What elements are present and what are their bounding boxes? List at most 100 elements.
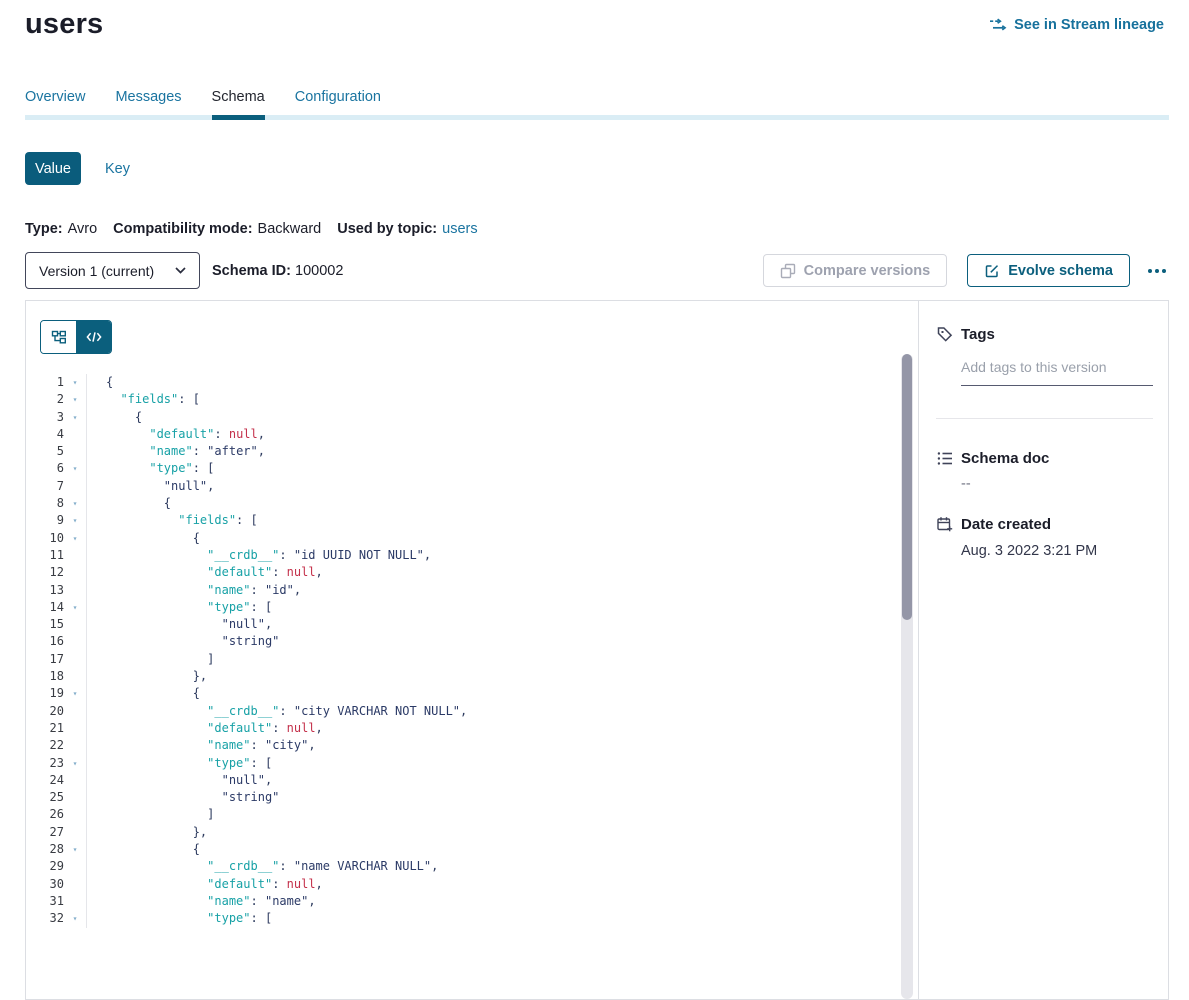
fold-gutter: [64, 876, 87, 893]
schema-doc-title: Schema doc: [961, 450, 1049, 467]
version-bar: Version 1 (current) Schema ID: 100002 Co…: [25, 252, 1170, 289]
fold-arrow-icon[interactable]: ▾: [64, 685, 87, 702]
fold-arrow-icon[interactable]: ▾: [64, 391, 87, 408]
compare-versions-label: Compare versions: [804, 263, 931, 279]
code-line-12: 12 "default": null,: [26, 564, 918, 581]
fold-gutter: [64, 564, 87, 581]
add-tags-input[interactable]: [961, 359, 1153, 386]
line-number: 20: [26, 703, 64, 720]
schema-doc-section-header: Schema doc: [936, 450, 1153, 467]
page-header: users See in Stream lineage: [25, 8, 1164, 41]
topic-tabs: Overview Messages Schema Configuration: [25, 89, 1169, 120]
fold-arrow-icon[interactable]: ▾: [64, 374, 87, 391]
code-line-29: 29 "__crdb__": "name VARCHAR NULL",: [26, 858, 918, 875]
line-number: 7: [26, 478, 64, 495]
code-line-13: 13 "name": "id",: [26, 582, 918, 599]
fold-arrow-icon[interactable]: ▾: [64, 512, 87, 529]
compare-versions-button[interactable]: Compare versions: [763, 254, 948, 287]
line-number: 2: [26, 391, 64, 408]
evolve-schema-button[interactable]: Evolve schema: [967, 254, 1130, 287]
code-line-20: 20 "__crdb__": "city VARCHAR NOT NULL",: [26, 703, 918, 720]
fold-arrow-icon[interactable]: ▾: [64, 755, 87, 772]
schema-id-value: 100002: [295, 263, 343, 279]
fold-gutter: [64, 582, 87, 599]
schema-id: Schema ID: 100002: [212, 263, 343, 279]
code-line-4: 4 "default": null,: [26, 426, 918, 443]
stream-lineage-icon: [989, 16, 1007, 33]
code-line-28: 28▾ {: [26, 841, 918, 858]
fold-arrow-icon[interactable]: ▾: [64, 841, 87, 858]
schema-type: Type: Avro: [25, 221, 97, 237]
tree-view-icon: [51, 329, 67, 345]
compatibility-mode: Compatibility mode: Backward: [113, 221, 321, 237]
code-line-21: 21 "default": null,: [26, 720, 918, 737]
code-line-15: 15 "null",: [26, 616, 918, 633]
line-number: 14: [26, 599, 64, 616]
line-number: 19: [26, 685, 64, 702]
line-number: 3: [26, 409, 64, 426]
tab-messages[interactable]: Messages: [115, 89, 181, 115]
line-number: 16: [26, 633, 64, 650]
more-options-button[interactable]: [1144, 263, 1170, 279]
type-label: Type:: [25, 221, 63, 237]
code-line-1: 1▾{: [26, 374, 918, 391]
fold-gutter: [64, 668, 87, 685]
edit-pencil-icon: [984, 263, 1000, 279]
line-number: 5: [26, 443, 64, 460]
code-line-6: 6▾ "type": [: [26, 460, 918, 477]
tab-configuration[interactable]: Configuration: [295, 89, 381, 115]
chevron-down-icon: [175, 267, 186, 274]
fold-arrow-icon[interactable]: ▾: [64, 530, 87, 547]
code-line-16: 16 "string": [26, 633, 918, 650]
version-select-value: Version 1 (current): [39, 263, 154, 279]
fold-gutter: [64, 858, 87, 875]
line-number: 24: [26, 772, 64, 789]
tag-icon: [936, 326, 954, 343]
code-line-9: 9▾ "fields": [: [26, 512, 918, 529]
line-number: 25: [26, 789, 64, 806]
code-line-3: 3▾ {: [26, 409, 918, 426]
key-tab-button[interactable]: Key: [105, 161, 130, 177]
line-number: 13: [26, 582, 64, 599]
line-number: 29: [26, 858, 64, 875]
version-select[interactable]: Version 1 (current): [25, 252, 200, 289]
line-number: 15: [26, 616, 64, 633]
editor-scrollbar-thumb[interactable]: [902, 354, 912, 620]
fold-gutter: [64, 616, 87, 633]
tab-overview[interactable]: Overview: [25, 89, 85, 115]
fold-arrow-icon[interactable]: ▾: [64, 409, 87, 426]
line-number: 18: [26, 668, 64, 685]
fold-arrow-icon[interactable]: ▾: [64, 910, 87, 927]
line-number: 4: [26, 426, 64, 443]
line-number: 9: [26, 512, 64, 529]
fold-gutter: [64, 824, 87, 841]
code-line-23: 23▾ "type": [: [26, 755, 918, 772]
used-by-topic-label: Used by topic:: [337, 221, 437, 237]
line-number: 11: [26, 547, 64, 564]
code-line-2: 2▾ "fields": [: [26, 391, 918, 408]
schema-meta-row: Type: Avro Compatibility mode: Backward …: [25, 221, 478, 237]
fold-arrow-icon[interactable]: ▾: [64, 495, 87, 512]
code-view-button[interactable]: [76, 321, 111, 353]
tree-view-button[interactable]: [41, 321, 76, 353]
fold-arrow-icon[interactable]: ▾: [64, 460, 87, 477]
editor-scrollbar[interactable]: [901, 354, 913, 999]
code-line-7: 7 "null",: [26, 478, 918, 495]
fold-gutter: [64, 789, 87, 806]
date-created-value: Aug. 3 2022 3:21 PM: [961, 543, 1153, 559]
code-line-26: 26 ]: [26, 806, 918, 823]
calendar-add-icon: [936, 516, 954, 533]
code-line-19: 19▾ {: [26, 685, 918, 702]
stream-lineage-link[interactable]: See in Stream lineage: [989, 16, 1164, 33]
list-icon: [936, 450, 954, 467]
code-line-14: 14▾ "type": [: [26, 599, 918, 616]
line-number: 8: [26, 495, 64, 512]
value-tab-button[interactable]: Value: [25, 152, 81, 185]
topic-link[interactable]: users: [442, 221, 477, 237]
fold-arrow-icon[interactable]: ▾: [64, 599, 87, 616]
sidebar-divider: [936, 418, 1153, 419]
line-number: 32: [26, 910, 64, 927]
line-number: 6: [26, 460, 64, 477]
code-line-8: 8▾ {: [26, 495, 918, 512]
tab-schema[interactable]: Schema: [212, 89, 265, 115]
